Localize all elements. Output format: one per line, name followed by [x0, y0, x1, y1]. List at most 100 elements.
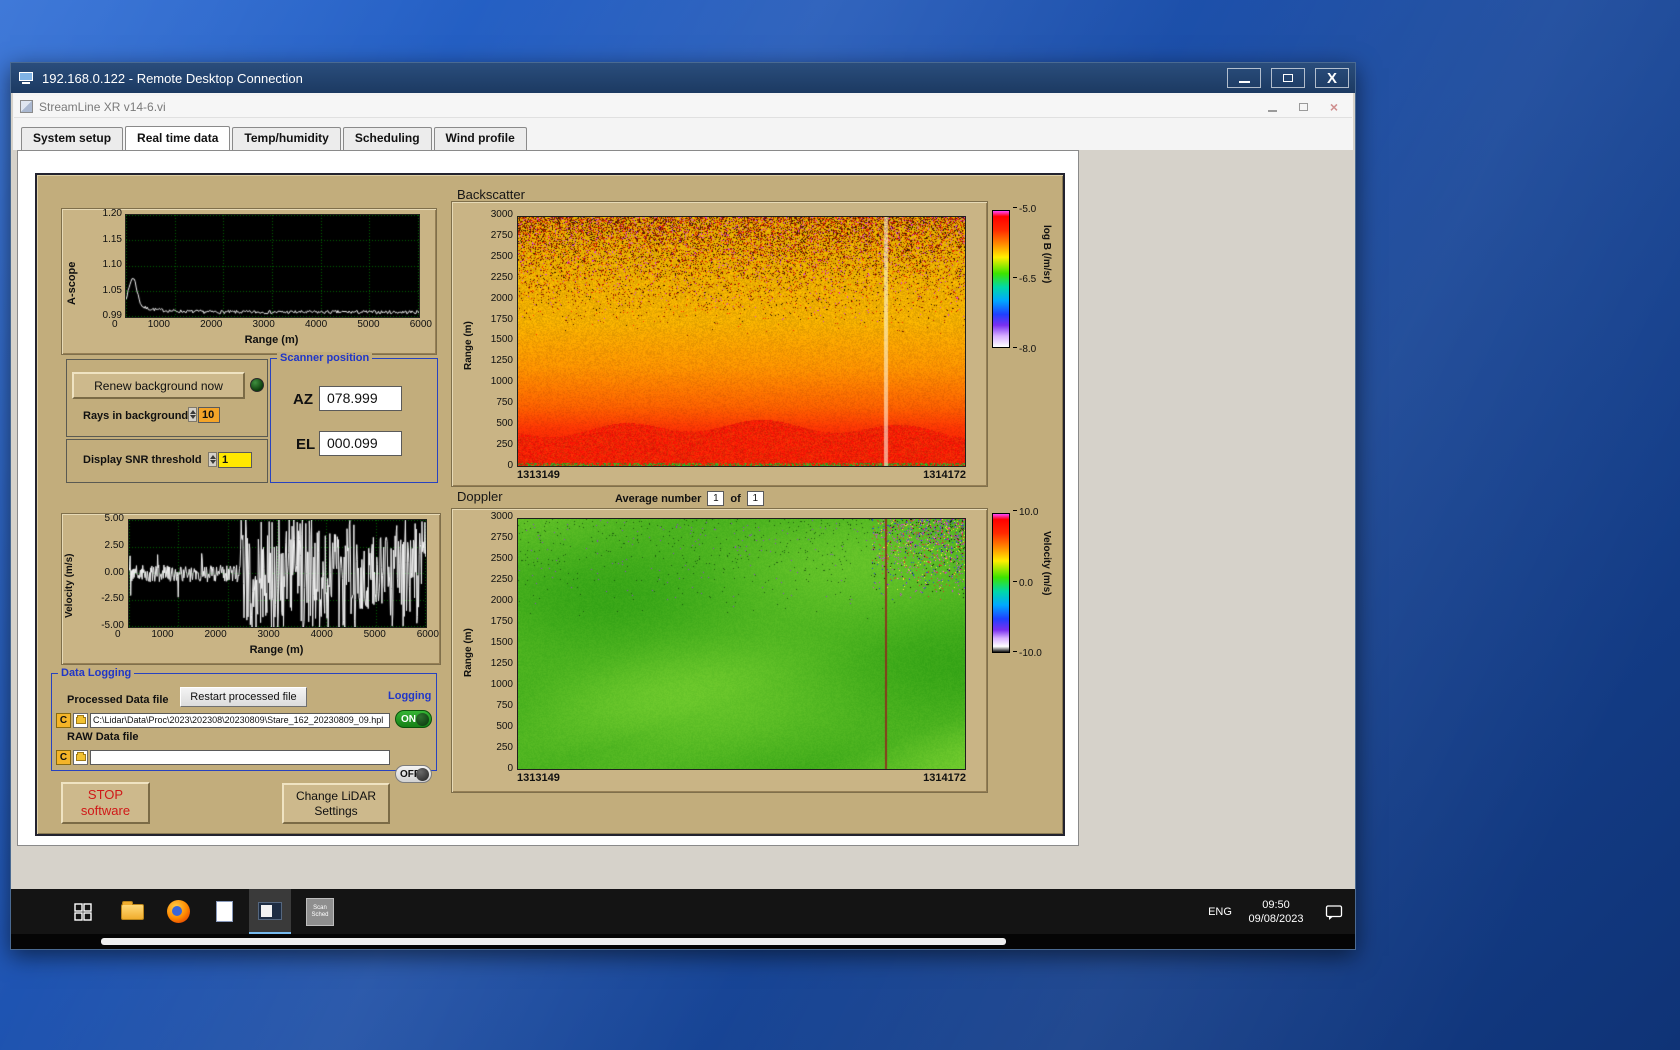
rdp-close-button[interactable]: X	[1315, 68, 1349, 88]
scan-label-line1: Scan	[313, 904, 327, 911]
tab-temp-humidity[interactable]: Temp/humidity	[232, 127, 341, 150]
tray-clock[interactable]: 09:50 09/08/2023	[1237, 889, 1315, 934]
raw-logging-toggle[interactable]: OFF	[395, 765, 432, 783]
backscatter-title: Backscatter	[457, 187, 525, 202]
backscatter-colorbar	[992, 210, 1010, 348]
scanner-position-title: Scanner position	[277, 352, 373, 364]
tick-label: 2000	[204, 629, 227, 640]
ascope-x-axis-title: Range (m)	[244, 334, 299, 346]
processed-drive-selector[interactable]: C	[56, 713, 71, 728]
tick-label: 2000	[200, 319, 223, 330]
average-number-label: Average number	[615, 492, 702, 505]
tick-label: 2.50	[104, 539, 124, 551]
remote-desktop-area: StreamLine XR v14-6.vi × System setup Re…	[11, 93, 1355, 949]
app-minimize-icon[interactable]	[1267, 109, 1277, 112]
tick-label: 10.0	[1013, 507, 1038, 518]
tab-system-setup[interactable]: System setup	[21, 127, 124, 150]
restart-processed-file-button[interactable]: Restart processed file	[180, 687, 307, 707]
rdp-maximize-button[interactable]	[1271, 68, 1305, 88]
velocity-x-ticks: 0 1000 2000 3000 4000 5000 6000	[115, 629, 439, 640]
tick-label: -10.0	[1013, 648, 1042, 659]
taskbar-scan-scheduler[interactable]: Scan Sched	[301, 889, 339, 934]
rdp-window: 192.168.0.122 - Remote Desktop Connectio…	[10, 62, 1356, 950]
doppler-title: Doppler	[457, 489, 503, 504]
tray-time: 09:50	[1262, 898, 1290, 911]
raw-drive-selector[interactable]: C	[56, 750, 71, 765]
tick-label: 0	[507, 763, 513, 774]
processed-path-field[interactable]: C:\Lidar\Data\Proc\2023\202308\20230809\…	[90, 713, 390, 728]
ascope-plot	[125, 214, 420, 318]
snr-threshold-box: Display SNR threshold 1	[66, 439, 268, 483]
stop-button-line1: STOP	[87, 787, 124, 802]
tick-label: 0	[507, 459, 513, 471]
app-close-icon[interactable]: ×	[1330, 100, 1338, 114]
session-scrollbar[interactable]	[101, 938, 1006, 945]
az-value-field[interactable]: 078.999	[319, 386, 402, 411]
doppler-x-end-labels: 1313149 1314172	[517, 772, 966, 784]
change-lidar-settings-button[interactable]: Change LiDAR Settings	[282, 783, 390, 824]
stop-software-button[interactable]: STOP software	[61, 782, 150, 824]
tick-label: 2250	[490, 271, 513, 283]
start-button[interactable]	[67, 889, 99, 934]
tick-label: 4000	[304, 319, 328, 330]
scan-scheduler-icon: Scan Sched	[306, 897, 334, 926]
background-controls-box: Renew background now Rays in background …	[66, 359, 268, 437]
tick-label: -5.0	[1013, 204, 1036, 215]
change-button-line1: Change LiDAR	[295, 788, 377, 803]
rays-in-background-label: Rays in background	[83, 410, 189, 422]
snr-value-field[interactable]: 1	[218, 452, 252, 468]
velocity-y-axis-title: Velocity (m/s)	[64, 553, 75, 618]
el-label: EL	[296, 436, 316, 453]
tick-label: 2500	[490, 250, 513, 262]
taskbar-bottom-strip	[11, 934, 1355, 949]
taskbar-file-explorer[interactable]	[115, 889, 149, 934]
tick-label: 3000	[257, 629, 280, 640]
processed-browse-button[interactable]	[73, 713, 88, 728]
tick-label: -6.5	[1013, 274, 1036, 285]
real-time-data-page: A-scope 1.20 1.15 1.10 1.05 0.99 0 1000 2000 30…	[17, 150, 1079, 846]
rays-value-field[interactable]: 10	[198, 407, 220, 423]
tab-scheduling[interactable]: Scheduling	[342, 127, 432, 150]
el-value-field[interactable]: 000.099	[319, 431, 402, 456]
taskbar-notes-app[interactable]	[207, 889, 241, 934]
raw-path-field[interactable]	[90, 750, 390, 765]
rdp-minimize-button[interactable]	[1227, 68, 1261, 88]
velocity-chart-panel: Velocity (m/s) 5.00 2.50 0.00 -2.50 -5.00 01…	[61, 513, 441, 665]
taskbar-streamline-app[interactable]	[249, 889, 291, 934]
rdp-titlebar[interactable]: 192.168.0.122 - Remote Desktop Connectio…	[11, 63, 1355, 93]
rays-spinner[interactable]	[188, 407, 197, 422]
of-label: of	[730, 492, 741, 505]
tick-label: 1000	[151, 629, 174, 640]
snr-spinner[interactable]	[208, 452, 217, 467]
app-maximize-icon[interactable]	[1298, 103, 1308, 111]
tick-label: 2750	[490, 532, 513, 543]
tick-label: 0.00	[104, 566, 124, 578]
rdp-title: 192.168.0.122 - Remote Desktop Connectio…	[42, 70, 303, 86]
file-explorer-icon	[120, 900, 144, 920]
app-window-icon	[258, 901, 282, 920]
renew-background-button[interactable]: Renew background now	[72, 372, 245, 399]
raw-data-file-label: RAW Data file	[67, 731, 139, 743]
tab-real-time-data[interactable]: Real time data	[125, 126, 231, 150]
raw-browse-button[interactable]	[73, 750, 88, 765]
tray-notifications[interactable]	[1321, 889, 1347, 934]
average-count-field[interactable]: 1	[746, 491, 764, 506]
taskbar-firefox[interactable]	[161, 889, 195, 934]
folder-icon	[75, 752, 86, 761]
main-panel: A-scope 1.20 1.15 1.10 1.05 0.99 0 1000 2000 30…	[35, 173, 1065, 836]
tick-label: 6000	[416, 629, 439, 640]
tab-wind-profile[interactable]: Wind profile	[433, 127, 527, 150]
backscatter-x-end-labels: 1313149 1314172	[517, 469, 966, 481]
tick-label: 1.05	[102, 284, 122, 296]
doppler-y-ticks: 3000 2750 2500 2250 2000 1750 1500 1250 1000 750 5…	[473, 512, 513, 774]
ascope-y-ticks: 1.20 1.15 1.10 1.05 0.99	[80, 209, 122, 321]
app-titlebar[interactable]: StreamLine XR v14-6.vi ×	[14, 96, 1352, 118]
tick-label: 0	[115, 629, 121, 640]
tick-label: 1750	[490, 616, 513, 627]
processed-logging-toggle[interactable]: ON	[395, 710, 432, 728]
doppler-heatmap	[517, 518, 966, 770]
tray-language[interactable]: ENG	[1203, 889, 1237, 934]
tick-label: 1250	[490, 355, 513, 367]
tick-label: -2.50	[101, 593, 124, 605]
average-number-field[interactable]: 1	[707, 491, 725, 506]
